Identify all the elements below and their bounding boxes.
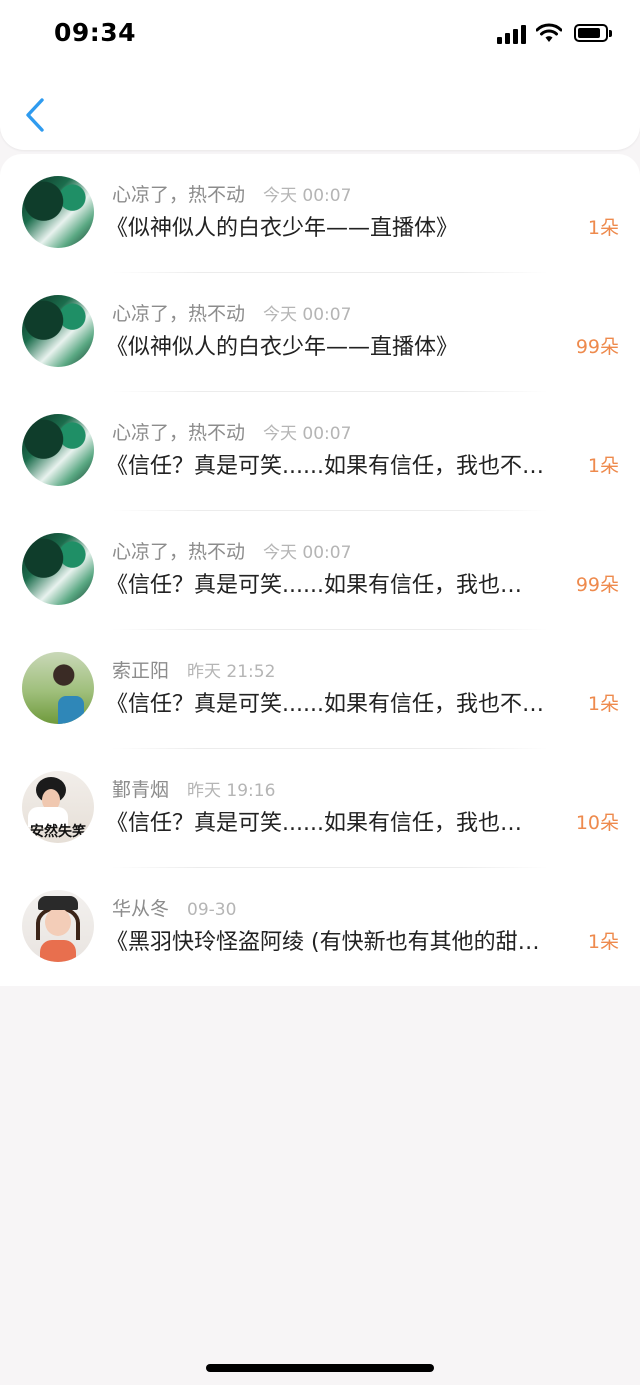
status-icons	[497, 22, 612, 44]
timestamp: 昨天 21:52	[187, 662, 276, 682]
avatar[interactable]	[22, 533, 94, 605]
user-name: 心凉了，热不动	[112, 541, 246, 563]
flower-count: 1朵	[587, 693, 619, 715]
story-title: 《似神似人的白衣少年——直播体》	[106, 216, 459, 241]
story-title: 《信任？真是可笑......如果有信任，我也不…	[106, 692, 544, 717]
list-item[interactable]: 心凉了，热不动 今天 00:07 《信任？真是可笑......如果有信任，我也不…	[0, 392, 640, 511]
list-item[interactable]: 心凉了，热不动 今天 00:07 《似神似人的白衣少年——直播体》 99朵	[0, 273, 640, 392]
story-title: 《信任？真是可笑......如果有信任，我也…	[106, 811, 522, 836]
wifi-icon	[536, 23, 562, 42]
flower-count: 10朵	[575, 812, 619, 834]
timestamp: 今天 00:07	[263, 186, 352, 206]
list-item[interactable]: 安然失笑 鄞青烟 昨天 19:16 《信任？真是可笑......如果有信任，我也…	[0, 749, 640, 868]
timestamp: 今天 00:07	[263, 543, 352, 563]
back-button[interactable]	[22, 96, 52, 136]
list-item[interactable]: 心凉了，热不动 今天 00:07 《信任？真是可笑......如果有信任，我也……	[0, 511, 640, 630]
avatar[interactable]	[22, 414, 94, 486]
flower-count: 1朵	[587, 455, 619, 477]
status-time: 09:34	[54, 18, 137, 47]
user-name: 华从冬	[112, 898, 170, 920]
chevron-left-icon	[26, 98, 44, 132]
story-title: 《信任？真是可笑......如果有信任，我也…	[106, 573, 522, 598]
list-item[interactable]: 华从冬 09-30 《黑羽快玲怪盗阿绫 (有快新也有其他的甜… 1朵	[0, 868, 640, 987]
user-name: 心凉了，热不动	[112, 303, 246, 325]
battery-icon	[574, 24, 612, 42]
avatar[interactable]	[22, 176, 94, 248]
nav-header: 09:34	[0, 0, 640, 150]
timestamp: 昨天 19:16	[187, 781, 276, 801]
user-name: 索正阳	[112, 660, 170, 682]
timestamp: 今天 00:07	[263, 305, 352, 325]
avatar[interactable]: 安然失笑	[22, 771, 94, 843]
avatar[interactable]	[22, 890, 94, 962]
story-title: 《似神似人的白衣少年——直播体》	[106, 335, 459, 360]
avatar-caption: 安然失笑	[30, 824, 86, 840]
flower-count: 1朵	[587, 931, 619, 953]
timestamp: 09-30	[187, 900, 237, 920]
timestamp: 今天 00:07	[263, 424, 352, 444]
flower-count: 99朵	[575, 574, 619, 596]
avatar[interactable]	[22, 652, 94, 724]
story-title: 《信任？真是可笑......如果有信任，我也不…	[106, 454, 544, 479]
signal-icon	[497, 22, 526, 44]
flower-record-list: 心凉了，热不动 今天 00:07 《似神似人的白衣少年——直播体》 1朵 心凉了…	[0, 154, 640, 986]
user-name: 鄞青烟	[112, 779, 170, 801]
avatar[interactable]	[22, 295, 94, 367]
story-title: 《黑羽快玲怪盗阿绫 (有快新也有其他的甜…	[106, 930, 540, 955]
list-item[interactable]: 索正阳 昨天 21:52 《信任？真是可笑......如果有信任，我也不… 1朵	[0, 630, 640, 749]
flower-count: 99朵	[575, 336, 619, 358]
user-name: 心凉了，热不动	[112, 184, 246, 206]
flower-count: 1朵	[587, 217, 619, 239]
user-name: 心凉了，热不动	[112, 422, 246, 444]
list-item[interactable]: 心凉了，热不动 今天 00:07 《似神似人的白衣少年——直播体》 1朵	[0, 154, 640, 273]
home-indicator[interactable]	[206, 1364, 434, 1372]
